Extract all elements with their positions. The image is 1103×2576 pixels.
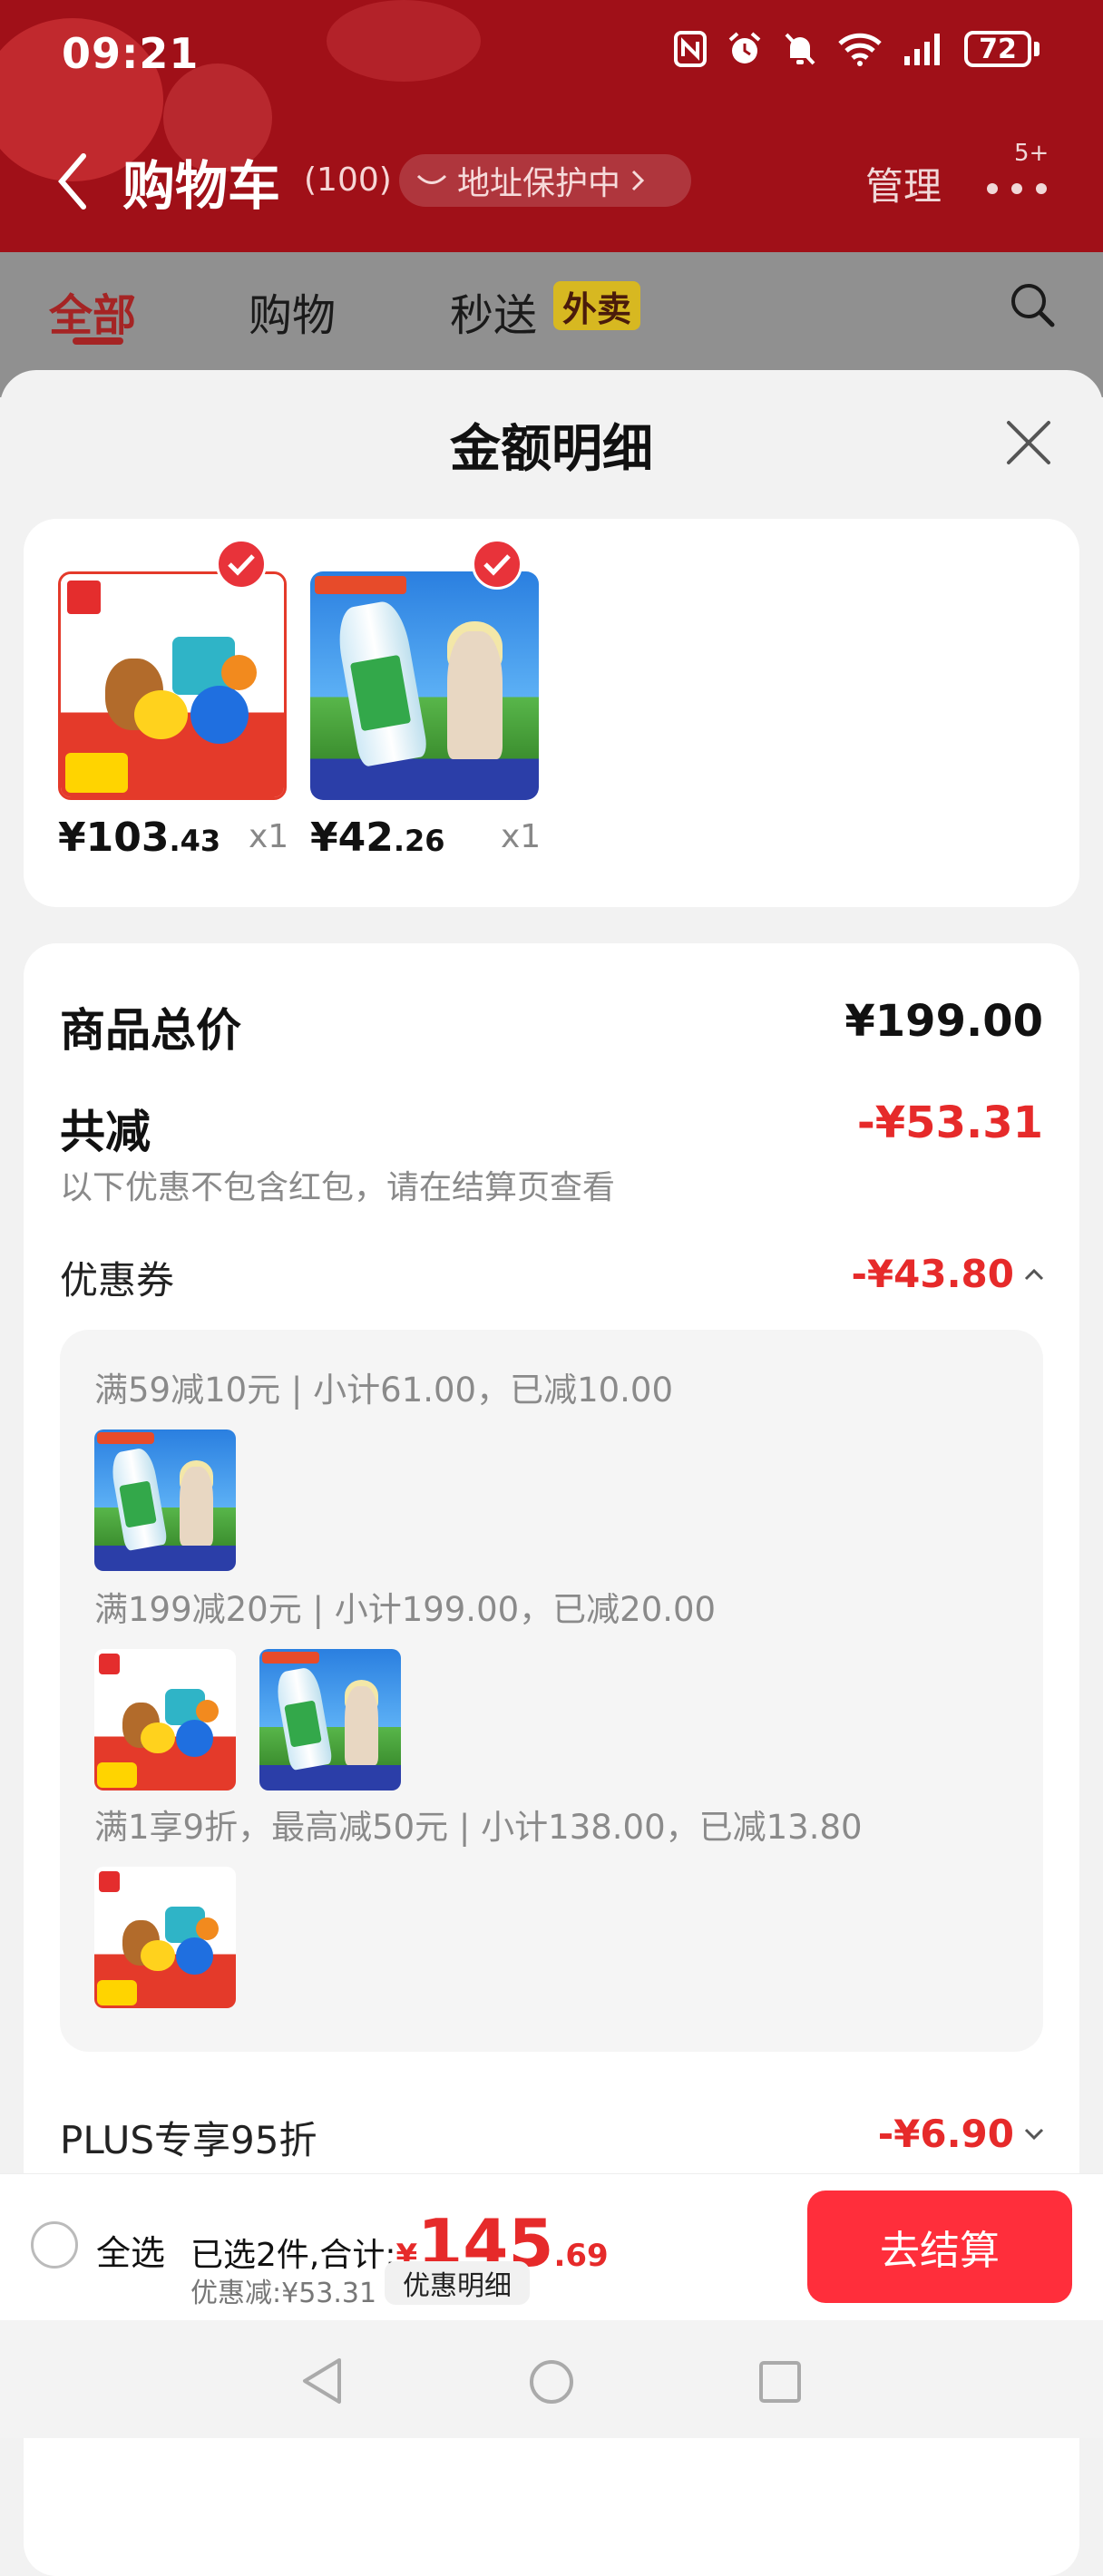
coupon-rule: 满1享9折，最高减50元 | 小计138.00，已减13.80 xyxy=(94,1808,863,1847)
total-amount-dec: .69 xyxy=(553,2238,609,2274)
plus-discount-toggle[interactable]: -¥6.90 xyxy=(878,2112,1045,2156)
coupon-product-drink xyxy=(94,1429,236,1571)
coupon-toggle[interactable]: -¥43.80 xyxy=(851,1252,1045,1296)
header: 09:21 72 购物车 (100) 地址保护中 管理 5+ xyxy=(0,0,1103,252)
coupon-label: 优惠券 xyxy=(60,1258,175,1303)
nfc-icon xyxy=(674,31,707,67)
coupon-product-toys xyxy=(94,1867,236,2008)
selected-check-icon xyxy=(216,539,267,590)
tab-active-indicator xyxy=(73,337,123,345)
product-image-drink[interactable] xyxy=(310,571,539,800)
discount-summary: 优惠减:¥53.31 xyxy=(190,2278,377,2309)
product-qty: x1 xyxy=(501,818,542,855)
coupon-product-toys xyxy=(94,1649,236,1791)
discount-detail-button[interactable]: 优惠明细 xyxy=(385,2261,530,2305)
tab-shopping[interactable]: 购物 xyxy=(249,279,336,343)
coupon-rule: 满199减20元 | 小计199.00，已减20.00 xyxy=(94,1590,717,1629)
coupon-rule: 满59减10元 | 小计61.00，已减10.00 xyxy=(94,1371,673,1410)
address-protection-label: 地址保护中 xyxy=(457,165,621,202)
select-all-radio[interactable] xyxy=(31,2221,78,2269)
address-protection-pill[interactable]: 地址保护中 xyxy=(399,154,691,207)
message-badge: 5+ xyxy=(1014,140,1049,167)
coupon-value: -¥43.80 xyxy=(851,1252,1014,1296)
checkout-bar: 全选 已选2件,合计: ¥ 145 .69 优惠减:¥53.31 优惠明细 去结… xyxy=(0,2173,1103,2320)
back-icon[interactable] xyxy=(56,152,89,210)
plus-discount-value: -¥6.90 xyxy=(877,2112,1014,2156)
status-time: 09:21 xyxy=(62,29,200,78)
chevron-right-icon xyxy=(631,170,645,191)
mute-icon xyxy=(785,33,815,65)
plus-discount-label: PLUS专享95折 xyxy=(60,2118,317,2162)
product-price: ¥42.26 xyxy=(310,815,445,861)
system-nav-bar xyxy=(0,2320,1103,2438)
tab-all[interactable]: 全部 xyxy=(49,279,136,343)
sheet-title: 金额明细 xyxy=(450,420,653,479)
product-qty: x1 xyxy=(249,818,289,855)
waimai-tag: 外卖 xyxy=(553,281,641,330)
cart-count: (100) xyxy=(304,161,392,199)
products-card: ¥103.43 x1 ¥42.26 x1 xyxy=(24,519,1079,907)
manage-button[interactable]: 管理 xyxy=(865,156,942,211)
reduce-note: 以下优惠不包含红包，请在结算页查看 xyxy=(60,1169,616,1206)
signal-icon xyxy=(904,34,940,65)
coupon-detail-box: 满59减10元 | 小计61.00，已减10.00 满199减20元 | 小计1… xyxy=(60,1330,1043,2052)
status-bar: 09:21 72 xyxy=(0,0,1103,109)
alarm-icon xyxy=(728,32,761,63)
select-all-label[interactable]: 全选 xyxy=(96,2225,165,2275)
product-image-toys[interactable] xyxy=(58,571,287,800)
smile-icon xyxy=(416,174,447,184)
page-title: 购物车 xyxy=(122,155,281,217)
battery-icon: 72 xyxy=(964,31,1040,67)
more-icon[interactable] xyxy=(985,180,1049,198)
coupon-product-drink xyxy=(259,1649,401,1791)
tab-express[interactable]: 秒送 xyxy=(450,279,537,343)
close-icon[interactable] xyxy=(1003,417,1054,468)
chevron-down-icon xyxy=(1024,2128,1044,2140)
product-price: ¥103.43 xyxy=(58,815,221,861)
nav-home-icon[interactable] xyxy=(528,2358,575,2405)
search-icon[interactable] xyxy=(1007,279,1058,330)
wifi-icon xyxy=(838,33,882,66)
cart-navbar: 购物车 (100) 地址保护中 管理 5+ xyxy=(0,136,1103,227)
nav-back-icon[interactable] xyxy=(299,2356,345,2405)
reduce-label: 共减 xyxy=(60,1106,151,1158)
amount-detail-sheet: 金额明细 ¥103.43 x1 ¥42.26 x1 商品总价 ¥199.00 共… xyxy=(0,370,1103,2576)
selected-check-icon xyxy=(472,539,522,590)
checkout-button[interactable]: 去结算 xyxy=(807,2191,1072,2303)
battery-level: 72 xyxy=(964,31,1031,67)
summary-prefix: 已选2件,合计: xyxy=(190,2237,396,2274)
nav-recents-icon[interactable] xyxy=(758,2360,802,2404)
chevron-up-icon xyxy=(1024,1268,1044,1280)
reduce-value: -¥53.31 xyxy=(856,1098,1043,1148)
total-label: 商品总价 xyxy=(60,1004,241,1057)
total-value: ¥199.00 xyxy=(844,996,1043,1047)
